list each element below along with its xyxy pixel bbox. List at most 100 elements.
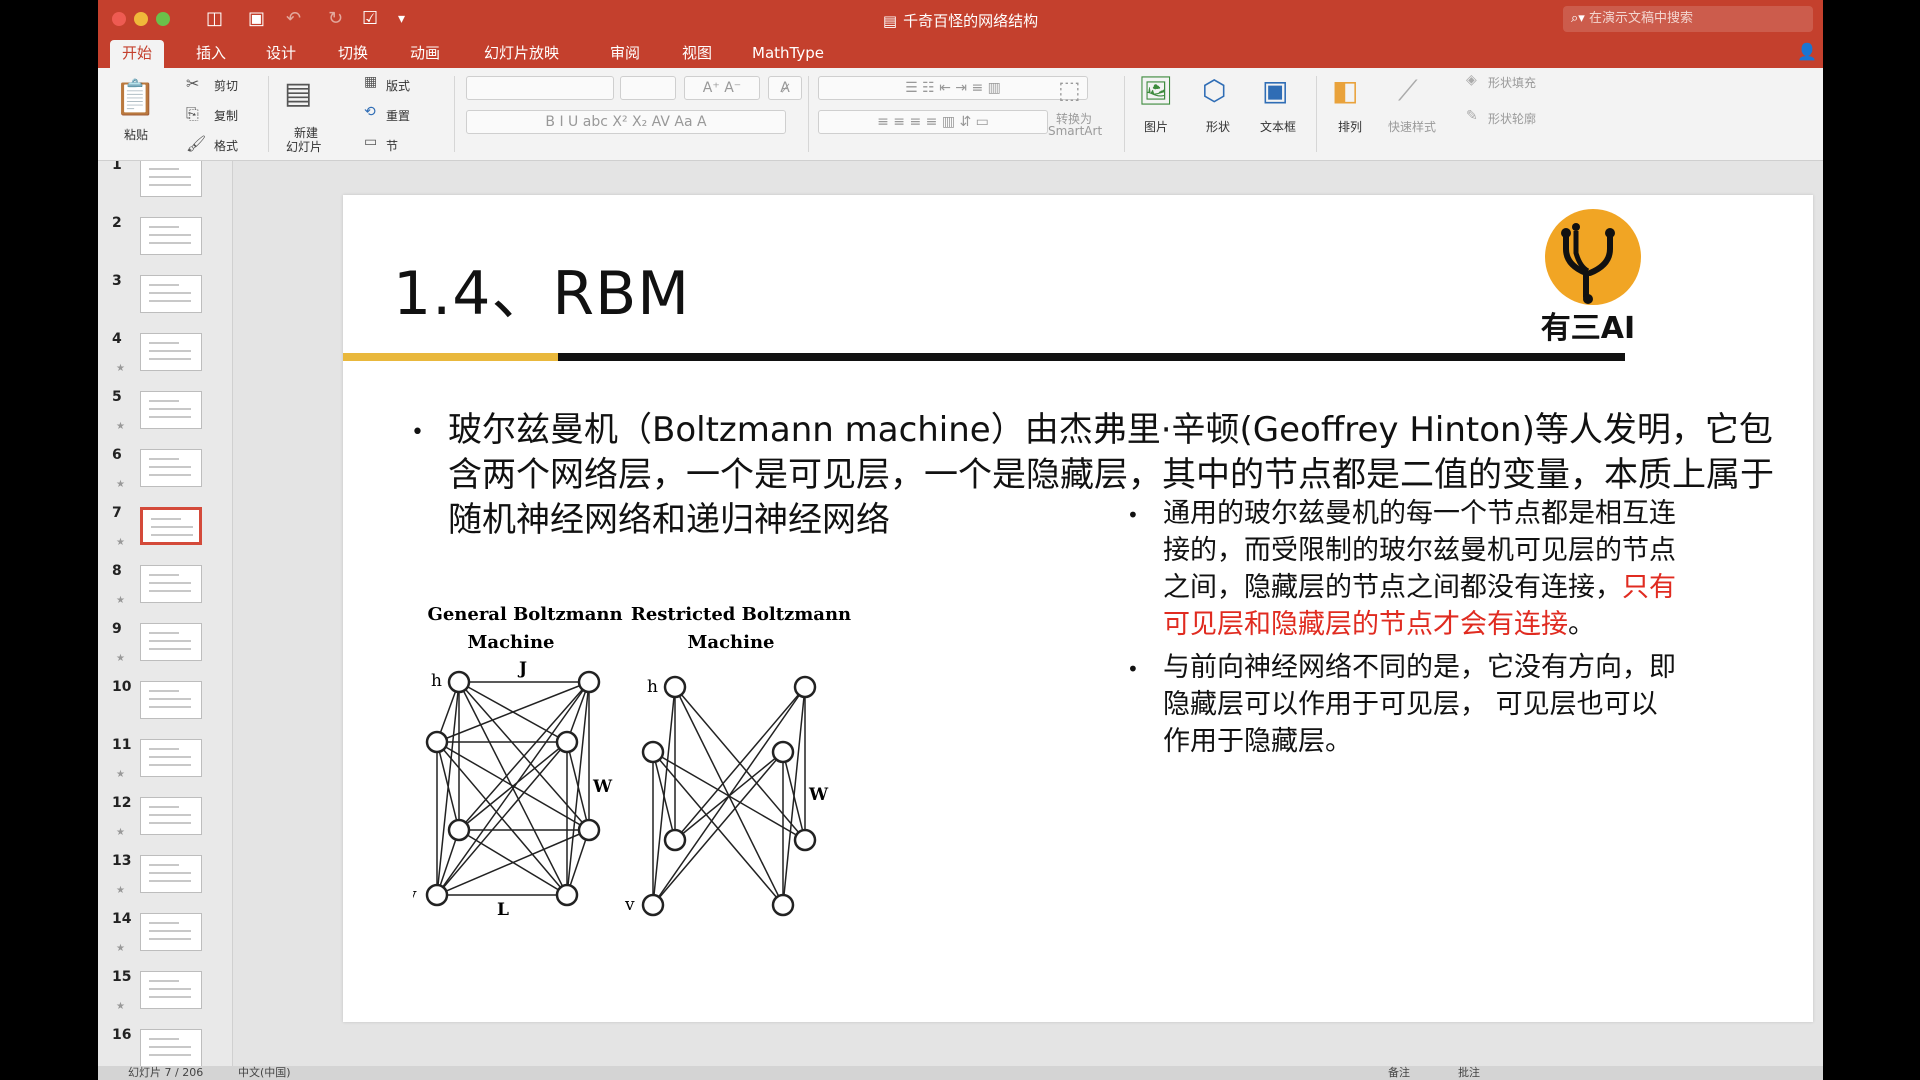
tab-home[interactable]: 开始 [110, 40, 165, 68]
tab-animations[interactable]: 动画 [398, 40, 452, 68]
slide-canvas[interactable]: 1.4、RBM 有三AI • 玻尔兹曼机（Boltzmann machine）由… [343, 195, 1813, 1022]
layout-icon[interactable]: ▦ [364, 74, 377, 90]
shape-outline-icon[interactable]: ✎ [1466, 108, 1478, 124]
slide-thumbnail-image[interactable] [140, 739, 202, 777]
hidden-label: h [647, 677, 658, 697]
slide-thumbnail-number: 16 [112, 1027, 132, 1043]
shape-outline-button[interactable]: 形状轮廓 [1488, 110, 1536, 127]
layout-button[interactable]: 版式 [386, 77, 410, 94]
slide-thumbnail-image[interactable] [140, 971, 202, 1009]
cut-icon[interactable]: ✂ [186, 74, 199, 93]
side-paragraph-2[interactable]: 与前向神经网络不同的是，它没有方向，即隐藏层可以作用于可见层， 可见层也可以作用… [1163, 649, 1683, 760]
format-painter-button[interactable]: 格式 [214, 137, 238, 154]
section-icon[interactable]: ▭ [364, 134, 377, 150]
slide-title[interactable]: 1.4、RBM [393, 245, 690, 332]
slide-thumbnail-image[interactable] [140, 565, 202, 603]
list-indent-buttons[interactable]: ☰ ☷ ⇤ ⇥ ≡ ▥ [818, 76, 1088, 100]
shape-button[interactable]: 形状 [1206, 118, 1230, 135]
slide-thumbnail[interactable]: 13 ★ [98, 853, 232, 911]
slide-thumbnail-image[interactable] [140, 1029, 202, 1066]
alignment-buttons[interactable]: ≡ ≡ ≡ ≡ ▥ ⇵ ▭ [818, 110, 1048, 134]
shape-icon[interactable]: ⬡ [1202, 74, 1226, 107]
slide-thumbnail[interactable]: 16 [98, 1027, 232, 1066]
slide-thumbnail-number: 14 [112, 911, 132, 927]
font-grow-shrink-buttons[interactable]: A⁺ A⁻ [684, 76, 760, 100]
arrange-button[interactable]: 排列 [1338, 118, 1362, 135]
reset-button[interactable]: 重置 [386, 107, 410, 124]
slide-thumbnail[interactable]: 3 [98, 273, 232, 331]
ribbon-tabs: 开始 插入 设计 切换 动画 幻灯片放映 审阅 视图 MathType 👤 [98, 40, 1823, 68]
slide-thumbnail-image[interactable] [140, 855, 202, 893]
tab-design[interactable]: 设计 [254, 40, 308, 68]
tab-insert[interactable]: 插入 [184, 40, 238, 68]
ribbon: 📋 粘贴 ✂ 剪切 ⎘ 复制 🖌 格式 ▤ 新建 幻灯片 ▦ 版式 ⟲ 重置 ▭… [98, 68, 1823, 161]
textbox-button[interactable]: 文本框 [1260, 118, 1296, 135]
slide-thumbnail[interactable]: 8 ★ [98, 563, 232, 621]
new-slide-label-2[interactable]: 幻灯片 [286, 138, 322, 155]
font-family-select[interactable] [466, 76, 614, 100]
slide-thumbnail-image[interactable] [140, 275, 202, 313]
smartart-icon[interactable]: ⬚ [1058, 76, 1081, 104]
reset-icon[interactable]: ⟲ [364, 104, 376, 120]
slide-thumbnail[interactable]: 2 [98, 215, 232, 273]
general-title-line2: Machine [467, 632, 554, 653]
slide-thumbnail-image[interactable] [140, 449, 202, 487]
font-size-select[interactable] [620, 76, 676, 100]
clear-format-button[interactable]: A̷ [768, 76, 802, 100]
j-label: J [517, 659, 527, 679]
tab-slideshow[interactable]: 幻灯片放映 [472, 40, 571, 68]
slide-thumbnail-image[interactable] [140, 507, 202, 545]
w-label: W [592, 777, 613, 797]
shape-fill-button[interactable]: 形状填充 [1488, 74, 1536, 91]
cut-button[interactable]: 剪切 [214, 77, 238, 94]
search-input[interactable]: ⌕▾ 在演示文稿中搜索 [1563, 6, 1813, 32]
visible-label: v [624, 895, 635, 915]
quick-styles-button[interactable]: 快速样式 [1388, 118, 1436, 135]
slide-thumbnail[interactable]: 9 ★ [98, 621, 232, 679]
slide-thumbnail-image[interactable] [140, 623, 202, 661]
slide-thumbnail-image[interactable] [140, 391, 202, 429]
tab-transitions[interactable]: 切换 [326, 40, 380, 68]
convert-label-2[interactable]: SmartArt [1048, 124, 1102, 138]
paste-button[interactable]: 粘贴 [124, 126, 148, 143]
textbox-icon[interactable]: ▣ [1262, 74, 1288, 107]
shape-fill-icon[interactable]: ◈ [1466, 72, 1477, 88]
picture-button[interactable]: 图片 [1144, 118, 1168, 135]
slide-thumbnail[interactable]: 4 ★ [98, 331, 232, 389]
paste-icon[interactable]: 📋 [114, 78, 156, 118]
tab-view[interactable]: 视图 [670, 40, 724, 68]
slide-thumbnail[interactable]: 14 ★ [98, 911, 232, 969]
quick-styles-icon[interactable]: ⟋ [1398, 74, 1418, 108]
tab-review[interactable]: 审阅 [598, 40, 652, 68]
slide-thumbnail[interactable]: 11 ★ [98, 737, 232, 795]
copy-button[interactable]: 复制 [214, 107, 238, 124]
slide-thumbnail[interactable]: 10 [98, 679, 232, 737]
section-button[interactable]: 节 [386, 137, 398, 154]
side-paragraph-1[interactable]: 通用的玻尔兹曼机的每一个节点都是相互连接的，而受限制的玻尔兹曼机可见层的节点之间… [1163, 495, 1683, 643]
slide-thumbnail-number: 10 [112, 679, 132, 695]
format-painter-icon[interactable]: 🖌 [186, 134, 206, 153]
share-user-icon[interactable]: 👤 [1797, 42, 1817, 61]
copy-icon[interactable]: ⎘ [186, 104, 199, 124]
font-style-buttons[interactable]: B I U abc X² X₂ AV Aa A [466, 110, 786, 134]
slide-thumbnail[interactable]: 6 ★ [98, 447, 232, 505]
slide-thumbnail-image[interactable] [140, 217, 202, 255]
slide-thumbnail[interactable]: 5 ★ [98, 389, 232, 447]
slide-thumbnail-image[interactable] [140, 333, 202, 371]
slide-thumbnail-image[interactable] [140, 797, 202, 835]
slide-thumbnail[interactable]: 1 [98, 161, 232, 215]
slide-thumbnail[interactable]: 7 ★ [98, 505, 232, 563]
comments-button[interactable]: 批注 [1458, 1066, 1480, 1080]
slide-thumbnail-image[interactable] [140, 161, 202, 197]
slide-counter: 幻灯片 7 / 206 [128, 1066, 204, 1079]
tab-mathtype[interactable]: MathType [740, 40, 836, 68]
slide-thumbnail-image[interactable] [140, 913, 202, 951]
picture-icon[interactable]: 🖼 [1138, 74, 1174, 107]
slide-thumbnail[interactable]: 15 ★ [98, 969, 232, 1027]
arrange-icon[interactable]: ◧ [1332, 74, 1358, 107]
notes-button[interactable]: 备注 [1388, 1066, 1410, 1080]
bullet-icon: • [1127, 657, 1139, 681]
new-slide-icon[interactable]: ▤ [284, 76, 312, 111]
slide-thumbnail[interactable]: 12 ★ [98, 795, 232, 853]
slide-thumbnail-image[interactable] [140, 681, 202, 719]
